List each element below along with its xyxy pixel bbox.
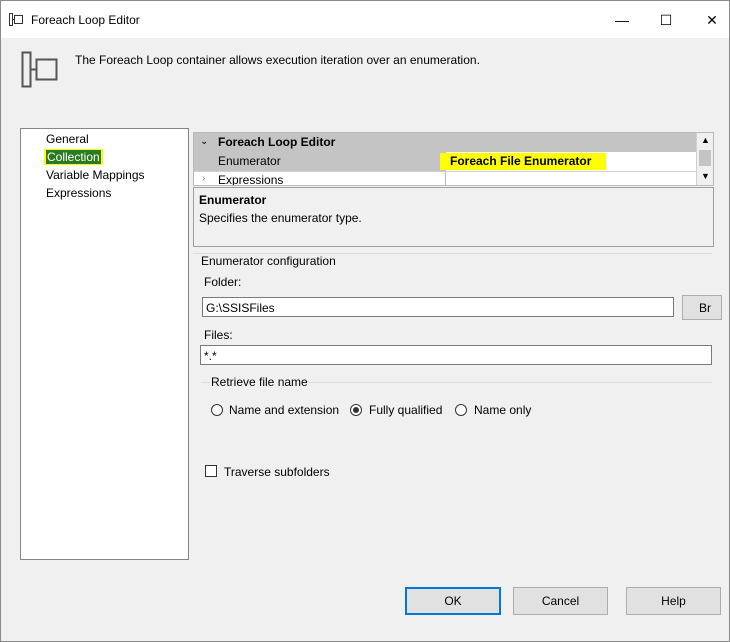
foreach-loop-icon <box>9 13 24 29</box>
grid-scrollbar[interactable]: ▲ ▼ <box>696 133 713 185</box>
grid-category[interactable]: ⌄ Foreach Loop Editor <box>194 133 696 152</box>
browse-button[interactable]: Br <box>682 295 722 320</box>
close-icon: ✕ <box>706 11 718 28</box>
radio-fully-qualified[interactable] <box>350 404 362 416</box>
minimize-icon: — <box>615 12 629 28</box>
scroll-up-icon[interactable]: ▲ <box>701 135 710 145</box>
radio-name-only[interactable] <box>455 404 467 416</box>
editor-description: The Foreach Loop container allows execut… <box>75 53 480 67</box>
cancel-button[interactable]: Cancel <box>513 587 608 615</box>
property-description-box: Enumerator Specifies the enumerator type… <box>193 187 714 247</box>
chevron-down-icon[interactable]: ⌄ <box>200 136 208 147</box>
nav-item-general[interactable]: General <box>46 131 89 147</box>
grid-row-name: Expressions <box>218 173 284 186</box>
nav-item-label: Collection <box>46 150 101 164</box>
help-button[interactable]: Help <box>626 587 721 615</box>
grid-row-expressions[interactable]: › Expressions <box>194 171 696 186</box>
retrieve-file-name-group <box>201 382 712 457</box>
nav-panel: General Collection Variable Mappings Exp… <box>20 128 189 560</box>
files-label: Files: <box>204 328 233 342</box>
nav-item-variable-mappings[interactable]: Variable Mappings <box>46 167 145 183</box>
grid-category-label: Foreach Loop Editor <box>218 135 336 149</box>
radio-name-and-extension[interactable] <box>211 404 223 416</box>
grid-divider <box>445 172 446 185</box>
files-input[interactable]: *.* <box>200 345 712 365</box>
chevron-right-icon[interactable]: › <box>202 173 205 184</box>
property-description-text: Specifies the enumerator type. <box>199 211 362 225</box>
radio-label[interactable]: Name and extension <box>229 403 339 417</box>
scroll-down-icon[interactable]: ▼ <box>701 171 710 181</box>
ok-button[interactable]: OK <box>405 587 501 615</box>
nav-item-expressions[interactable]: Expressions <box>46 185 111 201</box>
window-title: Foreach Loop Editor <box>31 13 140 27</box>
grid-row-value: Foreach File Enumerator <box>450 154 592 168</box>
property-grid[interactable]: ⌄ Foreach Loop Editor Enumerator Foreach… <box>193 132 714 186</box>
close-button[interactable]: ✕ <box>689 5 729 35</box>
minimize-button[interactable]: — <box>599 5 645 35</box>
container-icon <box>21 51 61 92</box>
grid-row-enumerator[interactable]: Enumerator Foreach File Enumerator <box>194 152 697 171</box>
grid-row-name: Enumerator <box>218 154 281 168</box>
radio-label[interactable]: Name only <box>474 403 531 417</box>
traverse-subfolders-label[interactable]: Traverse subfolders <box>224 465 330 479</box>
folder-label: Folder: <box>204 275 242 289</box>
title-bar: Foreach Loop Editor — ☐ ✕ <box>1 1 729 38</box>
nav-item-collection[interactable]: Collection <box>44 149 103 165</box>
maximize-button[interactable]: ☐ <box>643 5 689 35</box>
folder-input[interactable]: G:\SSISFiles <box>202 297 674 317</box>
enumerator-value-dropdown[interactable]: Foreach File Enumerator <box>440 152 697 171</box>
retrieve-file-name-title: Retrieve file name <box>210 375 309 389</box>
property-description-title: Enumerator <box>199 193 267 207</box>
radio-label[interactable]: Fully qualified <box>369 403 442 417</box>
scroll-thumb[interactable] <box>699 150 711 166</box>
foreach-loop-editor-window: Foreach Loop Editor — ☐ ✕ The Foreach Lo… <box>0 0 730 642</box>
maximize-icon: ☐ <box>659 11 673 28</box>
traverse-subfolders-checkbox[interactable] <box>205 465 217 477</box>
